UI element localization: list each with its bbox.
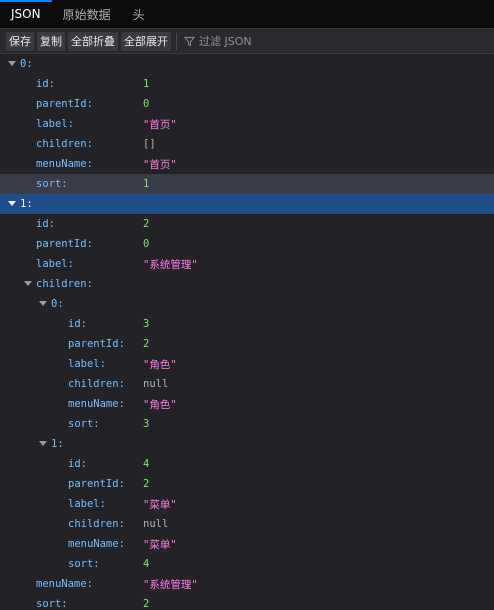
tree-row[interactable]: sort: 3 bbox=[0, 414, 494, 434]
tree-node-1-selected[interactable]: 1: bbox=[0, 194, 494, 214]
tree-value: "角色" bbox=[143, 398, 177, 411]
tree-key: sort: bbox=[68, 558, 100, 570]
tab-raw-data[interactable]: 原始数据 bbox=[52, 0, 122, 28]
tree-row[interactable]: parentId: 0 bbox=[0, 234, 494, 254]
expand-toggle-icon[interactable] bbox=[38, 299, 48, 309]
tree-row[interactable]: sort: 2 bbox=[0, 594, 494, 610]
tree-key: 1: bbox=[51, 438, 64, 450]
tree-value: 1 bbox=[143, 178, 150, 190]
tree-key: id: bbox=[68, 318, 87, 330]
expand-toggle-icon[interactable] bbox=[7, 199, 17, 209]
tree-key: sort: bbox=[36, 598, 68, 610]
tree-value: "首页" bbox=[143, 158, 177, 171]
tree-key: menuName: bbox=[68, 538, 125, 550]
tree-node-0[interactable]: 0: bbox=[0, 54, 494, 74]
json-tree: 0: id: 1 parentId: 0 label: "首页" childre… bbox=[0, 54, 494, 610]
tree-key: sort: bbox=[68, 418, 100, 430]
tree-row[interactable]: id: 1 bbox=[0, 74, 494, 94]
tree-key: parentId: bbox=[68, 478, 125, 490]
tree-key: sort: bbox=[36, 178, 68, 190]
tree-key: 0: bbox=[51, 298, 64, 310]
tree-node-children[interactable]: children: bbox=[0, 274, 494, 294]
tree-row-hovered[interactable]: sort: 1 bbox=[0, 174, 494, 194]
tree-row[interactable]: sort: 4 bbox=[0, 554, 494, 574]
tree-key: parentId: bbox=[36, 238, 93, 250]
tree-key: menuName: bbox=[36, 158, 93, 170]
tree-row[interactable]: label: "角色" bbox=[0, 354, 494, 374]
tree-value: "菜单" bbox=[143, 498, 177, 511]
tree-value: 4 bbox=[143, 458, 150, 470]
tree-key: children: bbox=[36, 278, 93, 290]
tree-row[interactable]: parentId: 2 bbox=[0, 474, 494, 494]
tree-row[interactable]: children: null bbox=[0, 374, 494, 394]
tree-value: 1 bbox=[143, 78, 150, 90]
tree-value: 0 bbox=[143, 98, 150, 110]
filter-json-input[interactable]: 过滤 JSON bbox=[184, 33, 252, 49]
expand-toggle-icon[interactable] bbox=[7, 59, 17, 69]
tree-key: label: bbox=[36, 118, 74, 130]
tree-key: children: bbox=[68, 378, 125, 390]
copy-button[interactable]: 复制 bbox=[37, 31, 65, 51]
tree-value: "菜单" bbox=[143, 538, 177, 551]
tree-row[interactable]: children: [] bbox=[0, 134, 494, 154]
tree-node-child-0[interactable]: 0: bbox=[0, 294, 494, 314]
tree-row[interactable]: id: 3 bbox=[0, 314, 494, 334]
tree-key: menuName: bbox=[36, 578, 93, 590]
tree-key: id: bbox=[36, 218, 55, 230]
collapse-all-button[interactable]: 全部折叠 bbox=[68, 31, 118, 51]
tab-json[interactable]: JSON bbox=[0, 0, 52, 28]
expand-toggle-icon[interactable] bbox=[38, 439, 48, 449]
tree-key: menuName: bbox=[68, 398, 125, 410]
tree-value: 2 bbox=[143, 338, 150, 350]
filter-icon bbox=[184, 36, 195, 46]
tree-value: 2 bbox=[143, 598, 150, 610]
tree-key: id: bbox=[36, 78, 55, 90]
tree-row[interactable]: menuName: "菜单" bbox=[0, 534, 494, 554]
viewer-tab-bar: JSON 原始数据 头 bbox=[0, 0, 494, 29]
tree-key: label: bbox=[68, 358, 106, 370]
tree-key: children: bbox=[36, 138, 93, 150]
tree-key: label: bbox=[36, 258, 74, 270]
tree-key: children: bbox=[68, 518, 125, 530]
tree-key: id: bbox=[68, 458, 87, 470]
tree-key: parentId: bbox=[36, 98, 93, 110]
tree-value: 2 bbox=[143, 478, 150, 490]
tree-row[interactable]: children: null bbox=[0, 514, 494, 534]
tree-value: "系统管理" bbox=[143, 258, 198, 271]
tree-row[interactable]: parentId: 0 bbox=[0, 94, 494, 114]
tree-value: "首页" bbox=[143, 118, 177, 131]
tree-row[interactable]: menuName: "首页" bbox=[0, 154, 494, 174]
expand-all-button[interactable]: 全部展开 bbox=[121, 31, 171, 51]
tab-headers[interactable]: 头 bbox=[122, 0, 156, 28]
tree-value: null bbox=[143, 518, 169, 530]
tree-key: parentId: bbox=[68, 338, 125, 350]
tree-value: null bbox=[143, 378, 169, 390]
tree-value: [] bbox=[143, 138, 156, 150]
tree-row[interactable]: label: "菜单" bbox=[0, 494, 494, 514]
tree-row[interactable]: label: "首页" bbox=[0, 114, 494, 134]
tree-value: 3 bbox=[143, 318, 150, 330]
filter-placeholder: 过滤 JSON bbox=[199, 35, 252, 48]
tree-row[interactable]: label: "系统管理" bbox=[0, 254, 494, 274]
tree-key: 1: bbox=[20, 198, 33, 210]
tree-value: 2 bbox=[143, 218, 150, 230]
tree-value: 0 bbox=[143, 238, 150, 250]
toolbar-divider bbox=[176, 32, 177, 50]
tree-key: 0: bbox=[20, 58, 33, 70]
tree-row[interactable]: id: 4 bbox=[0, 454, 494, 474]
tree-row[interactable]: menuName: "系统管理" bbox=[0, 574, 494, 594]
json-toolbar: 保存 复制 全部折叠 全部展开 过滤 JSON bbox=[0, 29, 494, 54]
expand-toggle-icon[interactable] bbox=[23, 279, 33, 289]
tree-value: 4 bbox=[143, 558, 150, 570]
tree-value: 3 bbox=[143, 418, 150, 430]
tree-key: label: bbox=[68, 498, 106, 510]
save-button[interactable]: 保存 bbox=[6, 31, 34, 51]
tree-row[interactable]: id: 2 bbox=[0, 214, 494, 234]
tree-row[interactable]: menuName: "角色" bbox=[0, 394, 494, 414]
tree-row[interactable]: parentId: 2 bbox=[0, 334, 494, 354]
tree-node-child-1[interactable]: 1: bbox=[0, 434, 494, 454]
tree-value: "角色" bbox=[143, 358, 177, 371]
tree-value: "系统管理" bbox=[143, 578, 198, 591]
